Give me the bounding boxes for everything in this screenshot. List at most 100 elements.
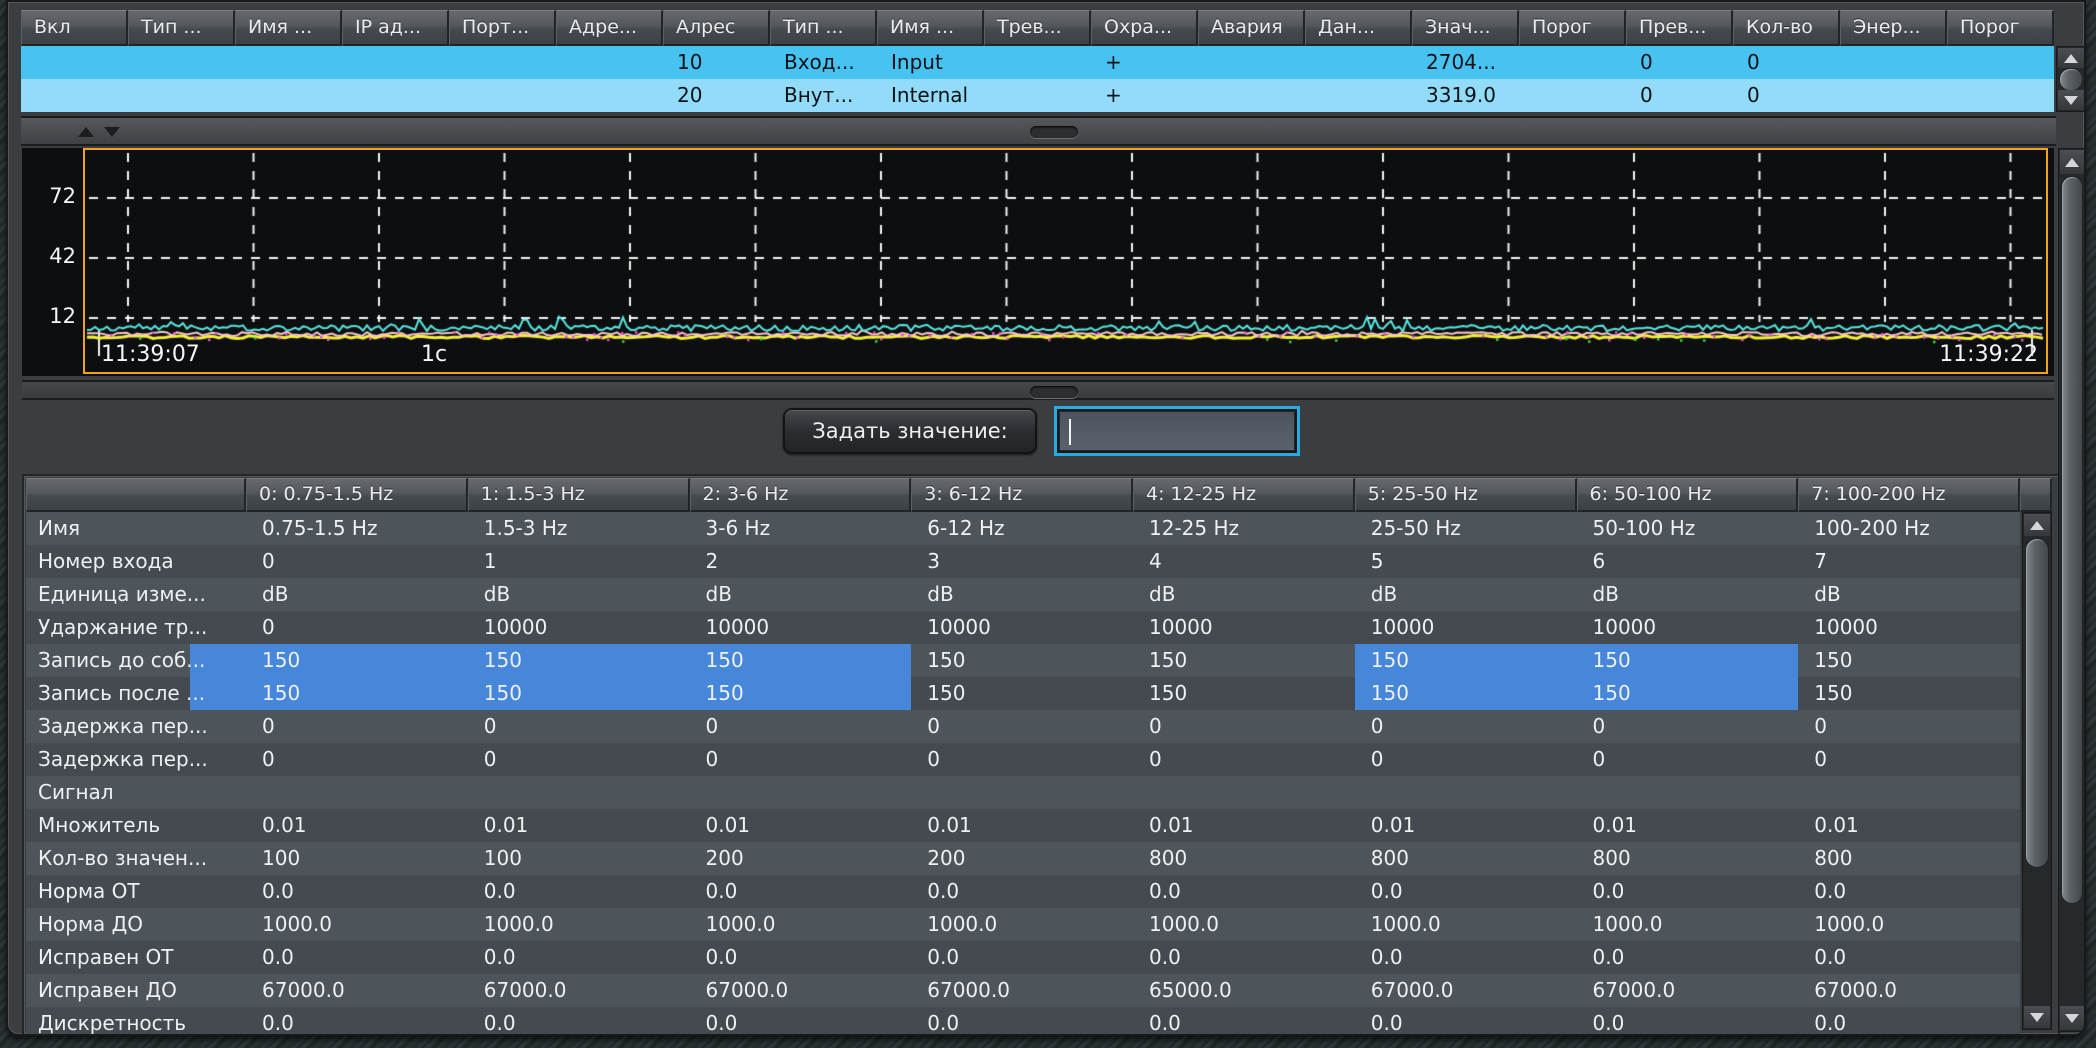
top-table-cell[interactable] — [1198, 79, 1305, 112]
freq-table-cell[interactable]: 25-50 Hz — [1355, 512, 1577, 545]
top-table-cell[interactable] — [984, 79, 1091, 112]
freq-table-cell[interactable]: 1.5-3 Hz — [468, 512, 690, 545]
freq-table-cell[interactable]: 67000.0 — [468, 974, 690, 1007]
freq-table-cell[interactable]: 0.01 — [1133, 809, 1355, 842]
freq-table-row-label[interactable]: Сигнал — [26, 776, 246, 809]
top-table-cell[interactable] — [449, 46, 556, 79]
top-table-column-header[interactable]: Порт... — [449, 10, 556, 46]
freq-table-cell[interactable]: 800 — [1133, 842, 1355, 875]
freq-table-cell[interactable]: 0.0 — [1798, 875, 2020, 908]
grip-icon[interactable] — [1030, 386, 1078, 398]
top-table-cell[interactable]: 2704... — [1412, 46, 1519, 79]
top-table-cell[interactable]: 0 — [1733, 46, 1840, 79]
panel-scrollbar[interactable] — [2058, 148, 2086, 1032]
top-table-cell[interactable]: 0 — [1733, 79, 1840, 112]
freq-table-cell[interactable]: 0 — [1577, 710, 1799, 743]
freq-table-cell[interactable]: 3-6 Hz — [690, 512, 912, 545]
freq-table-cell[interactable] — [1133, 776, 1355, 809]
top-table-column-header[interactable]: Имя ... — [877, 10, 984, 46]
top-table-cell[interactable]: 3319.0 — [1412, 79, 1519, 112]
freq-table-cell[interactable] — [690, 776, 912, 809]
freq-table-cell[interactable]: dB — [468, 578, 690, 611]
freq-table-cell[interactable]: 0.0 — [246, 1007, 468, 1036]
freq-table-cell[interactable]: 200 — [911, 842, 1133, 875]
freq-table-cell[interactable]: 0.0 — [468, 1007, 690, 1036]
set-value-input[interactable] — [1054, 406, 1300, 456]
top-table-cell[interactable] — [21, 79, 128, 112]
top-table-cell[interactable] — [556, 46, 663, 79]
freq-table-cell[interactable]: 1000.0 — [1355, 908, 1577, 941]
freq-table-cell[interactable]: 1 — [468, 545, 690, 578]
freq-table-cell[interactable]: 67000.0 — [1355, 974, 1577, 1007]
freq-table-cell[interactable]: dB — [246, 578, 468, 611]
top-table-column-header[interactable]: Тип ... — [128, 10, 235, 46]
freq-table-cell[interactable]: 4 — [1133, 545, 1355, 578]
freq-table-cell[interactable]: 67000.0 — [911, 974, 1133, 1007]
top-table-cell[interactable] — [449, 79, 556, 112]
freq-table-cell[interactable] — [911, 776, 1133, 809]
freq-table-cell[interactable]: 150 — [911, 677, 1133, 710]
top-table-column-header[interactable]: Кол-во — [1733, 10, 1840, 46]
top-table-cell[interactable]: Вход... — [770, 46, 877, 79]
freq-table-cell[interactable]: 1000.0 — [1798, 908, 2020, 941]
scrollbar-thumb[interactable] — [2061, 176, 2083, 904]
freq-table-row-label[interactable]: Ударжание тр... — [26, 611, 246, 644]
freq-table-cell[interactable]: 0 — [246, 611, 468, 644]
freq-table-cell[interactable]: 0 — [468, 743, 690, 776]
freq-table-cell[interactable]: 6 — [1577, 545, 1799, 578]
freq-table-cell[interactable]: 0 — [1798, 710, 2020, 743]
top-table-column-header[interactable]: Тип ... — [770, 10, 877, 46]
freq-table-cell[interactable]: 67000.0 — [1798, 974, 2020, 1007]
freq-table-cell[interactable]: 100 — [468, 842, 690, 875]
freq-table-column-header[interactable]: 1: 1.5-3 Hz — [468, 478, 690, 512]
freq-table-cell[interactable]: 1000.0 — [468, 908, 690, 941]
freq-table-cell[interactable]: 0 — [690, 710, 912, 743]
freq-table-row-label[interactable]: Запись после ... — [26, 677, 246, 710]
freq-table-cell[interactable]: 100 — [246, 842, 468, 875]
freq-table-cell[interactable]: 10000 — [911, 611, 1133, 644]
freq-table-cell[interactable]: 7 — [1798, 545, 2020, 578]
horizontal-splitter-top[interactable] — [21, 116, 2056, 146]
freq-table-row-label[interactable]: Множитель — [26, 809, 246, 842]
top-table-cell[interactable]: Input — [877, 46, 984, 79]
freq-table-cell[interactable]: 10000 — [1133, 611, 1355, 644]
top-table-cell[interactable]: Internal — [877, 79, 984, 112]
freq-table-cell[interactable]: 0.0 — [1798, 1007, 2020, 1036]
freq-table-row-label[interactable]: Номер входа — [26, 545, 246, 578]
top-table-cell[interactable] — [342, 79, 449, 112]
freq-table-column-header[interactable]: 3: 6-12 Hz — [911, 478, 1133, 512]
freq-table-cell[interactable]: 0.0 — [1133, 941, 1355, 974]
freq-table-cell[interactable]: 12-25 Hz — [1133, 512, 1355, 545]
freq-table-cell[interactable]: 150 — [911, 644, 1133, 677]
freq-table-cell[interactable]: 0.0 — [1355, 941, 1577, 974]
freq-table-cell[interactable]: dB — [690, 578, 912, 611]
freq-table-row-label[interactable]: Норма ОТ — [26, 875, 246, 908]
freq-table-cell[interactable]: 65000.0 — [1133, 974, 1355, 1007]
freq-table-cell[interactable]: 0.0 — [1577, 875, 1799, 908]
freq-table-cell[interactable]: 5 — [1355, 545, 1577, 578]
top-table-cell[interactable] — [556, 79, 663, 112]
freq-table-cell[interactable]: 10000 — [1798, 611, 2020, 644]
freq-table-cell[interactable] — [1798, 776, 2020, 809]
top-table-cell[interactable]: 10 — [663, 46, 770, 79]
freq-table-cell[interactable]: 1000.0 — [1133, 908, 1355, 941]
freq-table-cell[interactable]: 67000.0 — [1577, 974, 1799, 1007]
scrollbar-thumb[interactable] — [2025, 538, 2049, 868]
freq-table-cell[interactable]: 2 — [690, 545, 912, 578]
freq-table-cell[interactable]: 0 — [1577, 743, 1799, 776]
freq-table-cell[interactable]: 0.0 — [1133, 1007, 1355, 1036]
scroll-up-button[interactable] — [2058, 48, 2084, 68]
freq-table-cell[interactable]: 0.0 — [690, 941, 912, 974]
freq-table-cell[interactable]: 50-100 Hz — [1577, 512, 1799, 545]
freq-table-cell[interactable]: 150 — [1798, 677, 2020, 710]
freq-table-cell[interactable]: 0 — [468, 710, 690, 743]
freq-table-cell[interactable] — [1577, 776, 1799, 809]
top-table-cell[interactable]: 20 — [663, 79, 770, 112]
freq-table-cell[interactable]: 150 — [246, 677, 468, 710]
freq-table-row-label[interactable]: Кол-во значен... — [26, 842, 246, 875]
freq-table-cell[interactable]: 0.0 — [911, 941, 1133, 974]
freq-table-cell[interactable]: dB — [1577, 578, 1799, 611]
top-table-cell[interactable] — [1947, 46, 2054, 79]
top-table-cell[interactable] — [984, 46, 1091, 79]
freq-table-row-label[interactable]: Задержка пер... — [26, 743, 246, 776]
